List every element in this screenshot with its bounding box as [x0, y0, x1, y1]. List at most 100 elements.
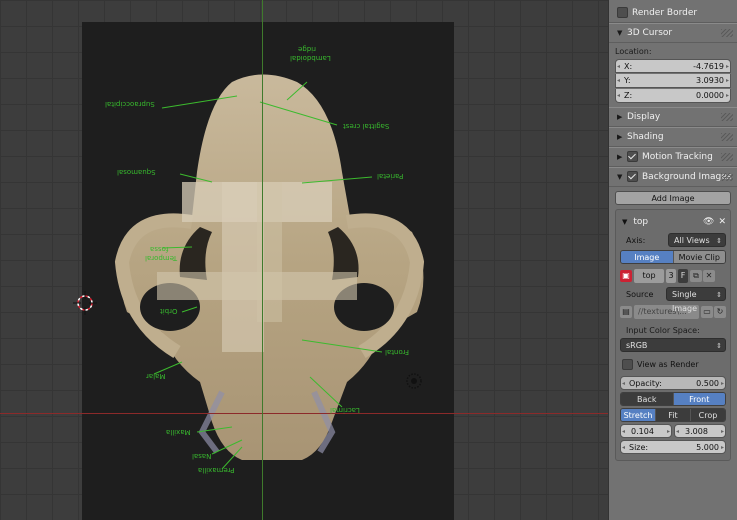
- motion-tracking-checkbox[interactable]: [627, 151, 638, 162]
- folder-icon[interactable]: ▭: [701, 306, 713, 318]
- tab-fit[interactable]: Fit: [656, 409, 691, 421]
- axis-dropdown[interactable]: All Views: [668, 233, 726, 248]
- background-image-box: ▼ top 👁 ✕ Axis: All Views Image Movie Clip…: [615, 209, 731, 461]
- frame-method-tabs: Stretch Fit Crop: [620, 408, 726, 422]
- image-browse-icon[interactable]: ▣: [620, 270, 632, 282]
- label-sagittal-crest: Sagittal crest: [343, 122, 390, 130]
- label-premaxilla: Premaxilla: [198, 466, 235, 474]
- background-images-checkbox[interactable]: [627, 171, 638, 182]
- bg-entry-header[interactable]: ▼ top 👁 ✕: [620, 214, 726, 230]
- offset-x-field[interactable]: 0.104: [620, 424, 672, 439]
- label-ridge: ridge: [298, 45, 317, 53]
- tab-movie-clip[interactable]: Movie Clip: [673, 251, 725, 263]
- label-orbit: Orbit: [160, 307, 178, 315]
- expanded-triangle-icon: ▼: [617, 29, 623, 37]
- size-field[interactable]: Size: 5.000: [620, 440, 726, 455]
- opacity-value: 0.500: [696, 379, 719, 388]
- y-axis-line: [262, 0, 263, 520]
- shading-header[interactable]: ▶ Shading: [609, 127, 737, 147]
- expanded-triangle-icon[interactable]: ▼: [622, 218, 627, 226]
- motion-tracking-title: Motion Tracking: [642, 152, 713, 162]
- label-frontal: Frontal: [385, 348, 409, 356]
- render-border-row[interactable]: Render Border: [609, 0, 737, 23]
- add-image-button[interactable]: Add Image: [615, 191, 731, 205]
- expanded-triangle-icon: ▼: [617, 173, 623, 181]
- location-label: Location:: [615, 47, 652, 56]
- bg-entry-name: top: [633, 217, 649, 227]
- label-supraoccipital: Supraoccipital: [105, 100, 155, 108]
- label-temporal: Temporal: [145, 254, 178, 262]
- display-header[interactable]: ▶ Display: [609, 107, 737, 127]
- background-images-title: Background Images: [642, 172, 732, 182]
- background-images-header[interactable]: ▼ Background Images: [609, 167, 737, 187]
- cursor-x-field[interactable]: X: -4.7619: [615, 59, 731, 74]
- drag-grip-icon[interactable]: [721, 173, 733, 181]
- axis-label: Axis:: [626, 235, 646, 245]
- y-value: 3.0930: [696, 76, 724, 85]
- draw-depth-tabs: Back Front: [620, 392, 726, 406]
- 3d-cursor-header[interactable]: ▼ 3D Cursor: [609, 23, 737, 43]
- display-title: Display: [627, 112, 661, 122]
- opacity-slider[interactable]: Opacity: 0.500: [620, 376, 726, 391]
- source-dropdown[interactable]: Single Image: [666, 287, 726, 313]
- render-border-checkbox[interactable]: [617, 7, 628, 18]
- offset-x-value: 0.104: [631, 427, 654, 436]
- z-label: Z:: [624, 91, 633, 100]
- collapsed-triangle-icon: ▶: [617, 133, 623, 141]
- tab-crop[interactable]: Crop: [691, 409, 725, 421]
- offset-y-value: 3.008: [685, 427, 708, 436]
- render-border-label: Render Border: [632, 8, 698, 18]
- x-label: X:: [624, 62, 633, 71]
- properties-panel: Render Border ▼ 3D Cursor Location: X: -4.…: [608, 0, 737, 520]
- 3d-cursor-icon[interactable]: [73, 291, 97, 315]
- source-label: Source: [626, 289, 654, 299]
- skull-background-image: [114, 74, 425, 470]
- label-lambdoidal: Lambdoidal: [290, 54, 331, 62]
- fake-user-button[interactable]: F: [678, 269, 688, 283]
- opacity-label: Opacity:: [629, 379, 662, 388]
- view-as-render-label: View as Render: [637, 359, 699, 369]
- label-fossa: fossa: [150, 245, 169, 253]
- lamp-icon[interactable]: [405, 372, 423, 390]
- image-users-count[interactable]: 3: [666, 269, 676, 283]
- collapsed-triangle-icon: ▶: [617, 113, 623, 121]
- label-nasal: Nasal: [192, 452, 212, 460]
- cursor-z-field[interactable]: Z: 0.0000: [615, 89, 731, 103]
- label-maxilla: Maxilla: [166, 428, 191, 436]
- drag-grip-icon[interactable]: [721, 29, 733, 37]
- x-axis-line: [0, 413, 608, 414]
- unlink-icon[interactable]: ✕: [703, 270, 715, 282]
- collapsed-triangle-icon: ▶: [617, 153, 623, 161]
- tab-front[interactable]: Front: [673, 393, 725, 405]
- shading-title: Shading: [627, 132, 664, 142]
- z-value: 0.0000: [696, 91, 724, 100]
- reload-icon[interactable]: ↻: [714, 306, 726, 318]
- size-label: Size:: [629, 443, 649, 452]
- axis-row: Axis: All Views: [620, 232, 726, 248]
- image-source-tabs: Image Movie Clip: [620, 250, 726, 264]
- eye-icon[interactable]: 👁: [703, 217, 714, 227]
- drag-grip-icon[interactable]: [721, 153, 733, 161]
- view-as-render-row[interactable]: View as Render: [620, 356, 726, 372]
- cursor-y-field[interactable]: Y: 3.0930: [615, 74, 731, 88]
- 3d-cursor-title: 3D Cursor: [627, 28, 673, 38]
- size-value: 5.000: [696, 443, 719, 452]
- motion-tracking-header[interactable]: ▶ Motion Tracking: [609, 147, 737, 167]
- 3d-viewport[interactable]: ridge Lambdoidal Supraoccipital Sagittal…: [0, 0, 608, 520]
- close-icon[interactable]: ✕: [718, 217, 726, 227]
- view-as-render-checkbox[interactable]: [622, 358, 633, 370]
- image-name-field[interactable]: top: [634, 269, 664, 283]
- y-label: Y:: [624, 76, 631, 85]
- 3d-cursor-body: Location: X: -4.7619 Y: 3.0930 Z: 0.0000: [609, 45, 737, 107]
- drag-grip-icon[interactable]: [721, 113, 733, 121]
- tab-back[interactable]: Back: [621, 393, 674, 405]
- offset-row: 0.104 3.008: [620, 424, 726, 439]
- offset-y-field[interactable]: 3.008: [674, 424, 726, 439]
- tab-image[interactable]: Image: [621, 251, 674, 263]
- label-parietal: Parietal: [377, 172, 404, 180]
- label-malar: Malar: [146, 372, 166, 380]
- color-space-dropdown[interactable]: sRGB: [620, 338, 726, 353]
- tab-stretch[interactable]: Stretch: [621, 409, 656, 421]
- drag-grip-icon[interactable]: [721, 133, 733, 141]
- pack-icon[interactable]: ⧉: [690, 270, 702, 282]
